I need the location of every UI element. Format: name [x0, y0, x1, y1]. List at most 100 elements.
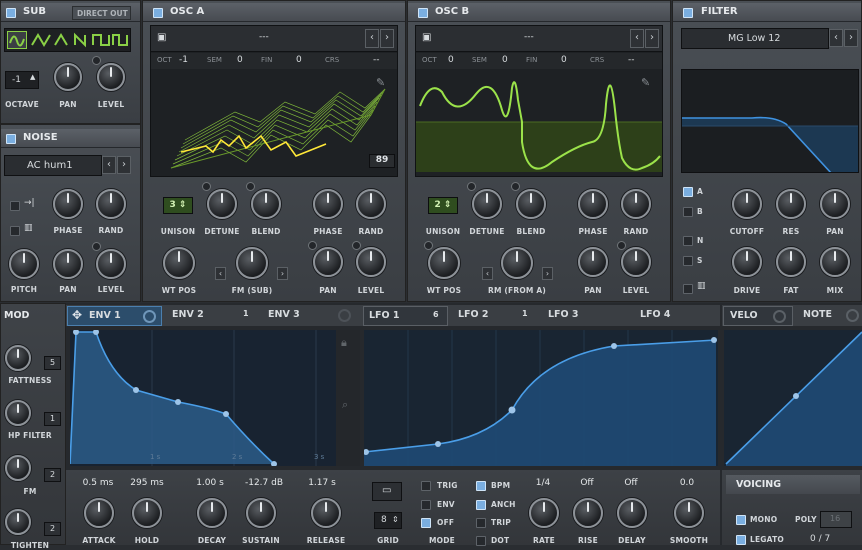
- osc-a-unison-stepper[interactable]: 3 ⇕: [163, 197, 193, 214]
- sub-enable-checkbox[interactable]: [6, 8, 16, 18]
- osc-a-wavetable-display[interactable]: ▣ --- ‹ › OCT -1 SEM 0 FIN 0 CRS -- 89 ✎: [150, 25, 398, 177]
- noise-pan-knob[interactable]: [53, 249, 83, 279]
- noise-enable-checkbox[interactable]: [6, 134, 16, 144]
- noise-oneshot-checkbox[interactable]: [10, 201, 20, 211]
- osc-a-fm-next[interactable]: ›: [277, 267, 288, 280]
- osc-a-prev-button[interactable]: ‹: [365, 29, 379, 48]
- hp-filter-macro-knob[interactable]: [5, 400, 31, 426]
- osc-a-blend-knob[interactable]: [251, 189, 281, 219]
- osc-a-fin-value[interactable]: 0: [296, 55, 302, 65]
- osc-b-rand-knob[interactable]: [621, 189, 651, 219]
- edit-icon[interactable]: ✎: [376, 76, 385, 89]
- osc-b-level-mod-dot[interactable]: [617, 241, 626, 250]
- velocity-graph[interactable]: [724, 330, 862, 466]
- filter-route-b-checkbox[interactable]: [683, 207, 693, 217]
- lfo-rate-knob[interactable]: [529, 498, 559, 528]
- noise-next-button[interactable]: ›: [117, 156, 131, 174]
- osc-b-detune-mod-dot[interactable]: [467, 182, 476, 191]
- osc-a-next-button[interactable]: ›: [380, 29, 394, 48]
- tab-env3[interactable]: ENV 3: [264, 306, 360, 326]
- poly-voices-field[interactable]: 16: [820, 511, 852, 528]
- hold-knob[interactable]: [132, 498, 162, 528]
- release-knob[interactable]: [311, 498, 341, 528]
- osc-b-rm-knob[interactable]: [501, 247, 533, 279]
- decay-knob[interactable]: [197, 498, 227, 528]
- osc-a-enable-checkbox[interactable]: [153, 8, 163, 18]
- filter-keytrack-checkbox[interactable]: [683, 284, 693, 294]
- osc-b-detune-knob[interactable]: [472, 189, 502, 219]
- osc-a-rand-knob[interactable]: [356, 189, 386, 219]
- sub-waveform-selector[interactable]: [4, 28, 131, 52]
- filter-mix-knob[interactable]: [820, 247, 850, 277]
- osc-a-level-knob[interactable]: [356, 247, 386, 277]
- osc-b-sem-value[interactable]: 0: [502, 55, 508, 65]
- filter-drive-knob[interactable]: [732, 247, 762, 277]
- filter-route-a-checkbox[interactable]: [683, 187, 693, 197]
- edit-icon[interactable]: ✎: [641, 76, 650, 89]
- save-icon[interactable]: ▣: [157, 32, 166, 43]
- zoom-icon[interactable]: ⌕: [342, 398, 348, 412]
- sub-pan-knob[interactable]: [54, 63, 82, 91]
- osc-a-fm-prev[interactable]: ‹: [215, 267, 226, 280]
- mono-checkbox[interactable]: [736, 515, 746, 525]
- tab-lfo4[interactable]: LFO 4: [632, 306, 718, 326]
- osc-b-crs-value[interactable]: --: [628, 55, 635, 65]
- osc-b-wtpos-knob[interactable]: [428, 247, 460, 279]
- osc-a-crs-value[interactable]: --: [373, 55, 380, 65]
- filter-enable-checkbox[interactable]: [683, 8, 693, 18]
- lfo-smooth-knob[interactable]: [674, 498, 704, 528]
- filter-fat-knob[interactable]: [776, 247, 806, 277]
- lfo-trig-checkbox[interactable]: [421, 481, 431, 491]
- osc-a-level-mod-dot[interactable]: [352, 241, 361, 250]
- filter-next-button[interactable]: ›: [844, 29, 858, 47]
- osc-a-oct-value[interactable]: -1: [179, 55, 188, 65]
- osc-b-wtpos-mod-dot[interactable]: [424, 241, 433, 250]
- noise-level-mod-dot[interactable]: [92, 242, 101, 251]
- osc-a-pan-knob[interactable]: [313, 247, 343, 277]
- lfo-env-checkbox[interactable]: [421, 500, 431, 510]
- tab-lfo2[interactable]: LFO 2 1: [452, 306, 538, 326]
- tab-lfo1[interactable]: LFO 1 6: [363, 306, 448, 326]
- noise-rand-knob[interactable]: [96, 189, 126, 219]
- osc-b-rm-prev[interactable]: ‹: [482, 267, 493, 280]
- osc-a-frame-display[interactable]: 89: [369, 154, 395, 168]
- osc-b-prev-button[interactable]: ‹: [630, 29, 644, 48]
- osc-a-fm-knob[interactable]: [236, 247, 268, 279]
- lock-icon[interactable]: 🔒︎: [341, 336, 347, 350]
- lfo-bpm-checkbox[interactable]: [476, 481, 486, 491]
- lfo-trip-checkbox[interactable]: [476, 518, 486, 528]
- lfo-off-checkbox[interactable]: [421, 518, 431, 528]
- tab-env1[interactable]: ✥ ENV 1: [67, 306, 162, 326]
- fm-macro-knob[interactable]: [5, 455, 31, 481]
- sub-level-knob[interactable]: [97, 63, 125, 91]
- filter-route-n-checkbox[interactable]: [683, 236, 693, 246]
- folder-button[interactable]: ▭: [372, 482, 402, 501]
- osc-a-blend-mod-dot[interactable]: [246, 182, 255, 191]
- tab-note[interactable]: NOTE: [797, 306, 862, 326]
- noise-phase-knob[interactable]: [53, 189, 83, 219]
- noise-preset-display[interactable]: AC hum1: [4, 155, 102, 176]
- noise-level-knob[interactable]: [96, 249, 126, 279]
- noise-keytrack-checkbox[interactable]: [10, 226, 20, 236]
- filter-res-knob[interactable]: [776, 189, 806, 219]
- fattness-macro-knob[interactable]: [5, 345, 31, 371]
- osc-b-enable-checkbox[interactable]: [418, 8, 428, 18]
- filter-pan-knob[interactable]: [820, 189, 850, 219]
- tab-env2[interactable]: ENV 2 1: [166, 306, 260, 326]
- lfo-anch-checkbox[interactable]: [476, 500, 486, 510]
- osc-b-level-knob[interactable]: [621, 247, 651, 277]
- save-icon[interactable]: ▣: [422, 32, 431, 43]
- drag-icon[interactable]: ✥: [72, 308, 82, 322]
- noise-prev-button[interactable]: ‹: [102, 156, 116, 174]
- attack-knob[interactable]: [84, 498, 114, 528]
- filter-cutoff-knob[interactable]: [732, 189, 762, 219]
- sub-level-mod-dot[interactable]: [92, 56, 101, 65]
- osc-b-pan-knob[interactable]: [578, 247, 608, 277]
- osc-a-phase-knob[interactable]: [313, 189, 343, 219]
- osc-b-rm-next[interactable]: ›: [542, 267, 553, 280]
- osc-b-unison-stepper[interactable]: 2 ⇕: [428, 197, 458, 214]
- env1-graph[interactable]: [70, 330, 336, 466]
- osc-b-fin-value[interactable]: 0: [561, 55, 567, 65]
- osc-a-wtpos-knob[interactable]: [163, 247, 195, 279]
- osc-b-phase-knob[interactable]: [578, 189, 608, 219]
